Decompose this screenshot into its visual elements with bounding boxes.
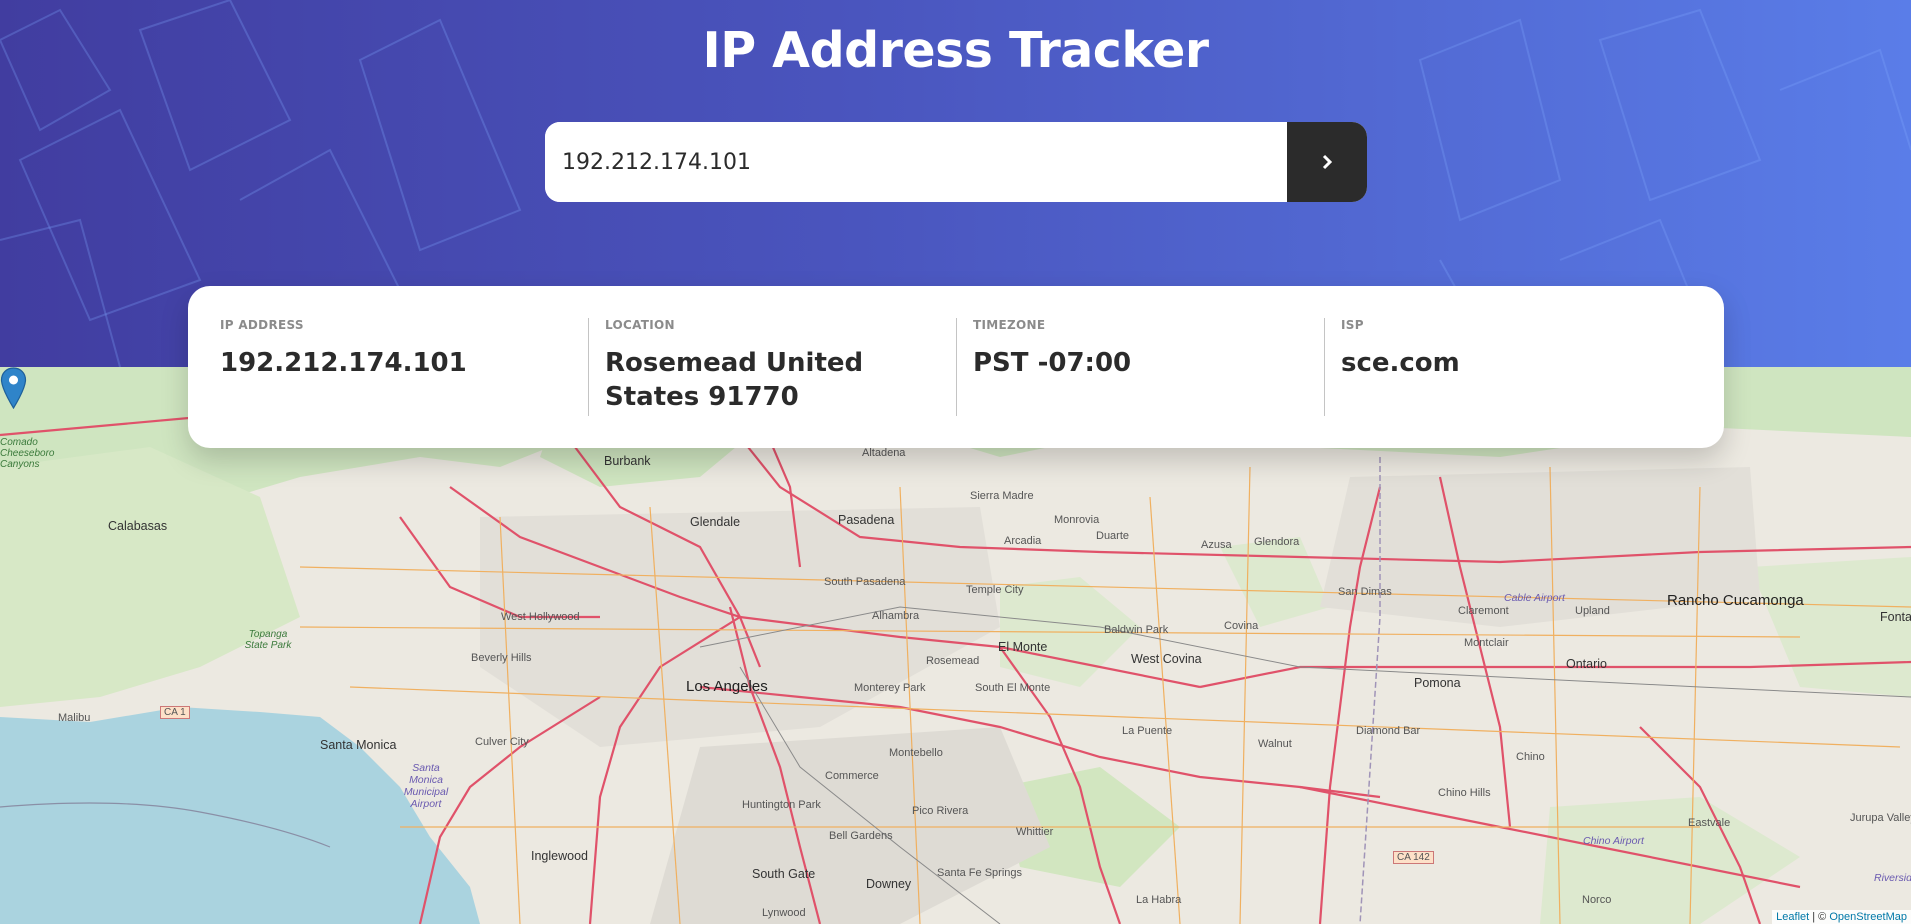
map-label: Comado Cheeseboro Canyons <box>0 437 55 470</box>
map-label: Burbank <box>604 454 651 468</box>
map-label: Upland <box>1575 605 1610 617</box>
highway-shield: CA 142 <box>1393 851 1434 864</box>
map-label: Jurupa Valley <box>1850 812 1911 824</box>
isp-label: ISP <box>1341 318 1364 332</box>
divider <box>956 318 957 416</box>
map-label: Duarte <box>1096 530 1130 542</box>
map-label: Commerce <box>825 770 879 782</box>
map-label: Glendora <box>1254 536 1300 548</box>
map-label: Diamond Bar <box>1356 725 1421 737</box>
map-label: Pomona <box>1414 676 1461 690</box>
map-label: Inglewood <box>531 849 588 863</box>
map-label: San Dimas <box>1338 586 1392 598</box>
ip-info-card: IP ADDRESS 192.212.174.101 LOCATION Rose… <box>188 286 1724 448</box>
map-label: West Hollywood <box>501 611 580 623</box>
map-label: Riversid <box>1874 872 1911 884</box>
map-label: West Covina <box>1131 652 1202 666</box>
map-label: Rosemead <box>926 655 980 667</box>
map-label: Pasadena <box>838 513 895 527</box>
ip-search-input[interactable] <box>545 122 1287 202</box>
map-label: Ontario <box>1566 657 1607 671</box>
map-label: Eastvale <box>1688 817 1731 829</box>
map-label: Baldwin Park <box>1104 624 1169 636</box>
map-label: Fonta <box>1880 610 1911 624</box>
map-label: Whittier <box>1016 826 1054 838</box>
map-label: Cable Airport <box>1504 592 1565 604</box>
map-label: Rancho Cucamonga <box>1667 592 1804 609</box>
map-label: Norco <box>1582 894 1612 906</box>
map-label: Azusa <box>1201 539 1232 551</box>
map-attribution: Leaflet | © OpenStreetMap <box>1772 910 1911 924</box>
map-label: Calabasas <box>108 519 168 533</box>
timezone-value: PST -07:00 <box>973 348 1132 378</box>
map-label: Lynwood <box>762 907 806 919</box>
ip-address-section: IP ADDRESS 192.212.174.101 <box>220 318 550 380</box>
map-label: South Gate <box>752 867 816 881</box>
highway-shield: CA 1 <box>160 706 190 719</box>
map-label: Santa Monica <box>320 738 397 752</box>
ip-address-value: 192.212.174.101 <box>220 348 467 378</box>
map-label: Chino Airport <box>1583 835 1644 847</box>
map[interactable]: Burbank Altadena Glendale Pasadena Sierr… <box>0 367 1911 924</box>
map-label: La Puente <box>1122 725 1173 737</box>
map-label: Alhambra <box>872 610 920 622</box>
map-label: South Pasadena <box>824 576 906 588</box>
map-label: Beverly Hills <box>471 652 532 664</box>
map-label: Huntington Park <box>742 799 821 811</box>
map-label: El Monte <box>998 640 1048 654</box>
isp-value: sce.com <box>1341 348 1460 378</box>
timezone-label: TIMEZONE <box>973 318 1046 332</box>
location-section: LOCATION Rosemead United States 91770 <box>605 318 905 414</box>
divider <box>1324 318 1325 416</box>
map-label: Monrovia <box>1054 514 1100 526</box>
map-label: Walnut <box>1258 738 1292 750</box>
map-label: Culver City <box>475 736 529 748</box>
map-label: Chino <box>1516 751 1545 763</box>
map-label: Santa Fe Springs <box>937 867 1022 879</box>
map-label: South El Monte <box>975 682 1051 694</box>
map-label: Covina <box>1224 620 1259 632</box>
map-label: Malibu <box>58 712 91 724</box>
map-label: Glendale <box>690 515 741 529</box>
location-value: Rosemead United States 91770 <box>605 348 864 412</box>
map-label: Montebello <box>889 747 943 759</box>
location-label: LOCATION <box>605 318 675 332</box>
map-label: Bell Gardens <box>829 830 893 842</box>
page-title: IP Address Tracker <box>702 22 1209 79</box>
ip-address-label: IP ADDRESS <box>220 318 304 332</box>
divider <box>588 318 589 416</box>
map-label: Downey <box>866 877 912 891</box>
chevron-right-icon <box>1322 154 1333 170</box>
map-label: La Habra <box>1136 894 1182 906</box>
attribution-separator: | © <box>1809 911 1830 923</box>
ip-search-form <box>545 122 1367 202</box>
map-label: Montclair <box>1464 637 1509 649</box>
map-label: Altadena <box>862 447 906 459</box>
map-label: Santa Monica Municipal Airport <box>403 762 449 810</box>
leaflet-link[interactable]: Leaflet <box>1776 911 1809 923</box>
map-marker-icon[interactable] <box>0 367 27 409</box>
map-label: Claremont <box>1458 605 1509 617</box>
map-label: Los Angeles <box>686 678 768 695</box>
search-submit-button[interactable] <box>1287 122 1367 202</box>
map-label: Pico Rivera <box>912 805 969 817</box>
isp-section: ISP sce.com <box>1341 318 1681 380</box>
map-label: Temple City <box>966 584 1024 596</box>
map-label: Arcadia <box>1004 535 1042 547</box>
map-label: Chino Hills <box>1438 787 1491 799</box>
map-label: Sierra Madre <box>970 490 1034 502</box>
map-label: Topanga State Park <box>244 629 292 651</box>
map-label: Monterey Park <box>854 682 926 694</box>
timezone-section: TIMEZONE PST -07:00 <box>973 318 1273 380</box>
openstreetmap-link[interactable]: OpenStreetMap <box>1829 911 1907 923</box>
